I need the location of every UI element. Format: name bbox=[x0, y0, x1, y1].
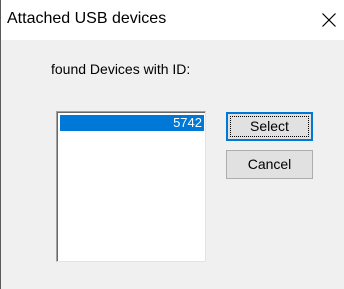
close-icon bbox=[322, 13, 336, 27]
device-list-item[interactable]: 5742 bbox=[60, 115, 204, 131]
select-button-label: Select bbox=[250, 118, 289, 134]
window-title: Attached USB devices bbox=[7, 10, 167, 27]
select-button[interactable]: Select bbox=[226, 112, 313, 141]
cancel-button-label: Cancel bbox=[247, 156, 292, 172]
device-list[interactable]: 5742 bbox=[56, 111, 206, 262]
title-bar[interactable]: Attached USB devices bbox=[1, 0, 344, 40]
cancel-button[interactable]: Cancel bbox=[226, 150, 313, 179]
devices-heading: found Devices with ID: bbox=[51, 61, 191, 77]
close-button[interactable] bbox=[313, 4, 344, 36]
usb-devices-dialog: Attached USB devices found Devices with … bbox=[0, 0, 344, 289]
